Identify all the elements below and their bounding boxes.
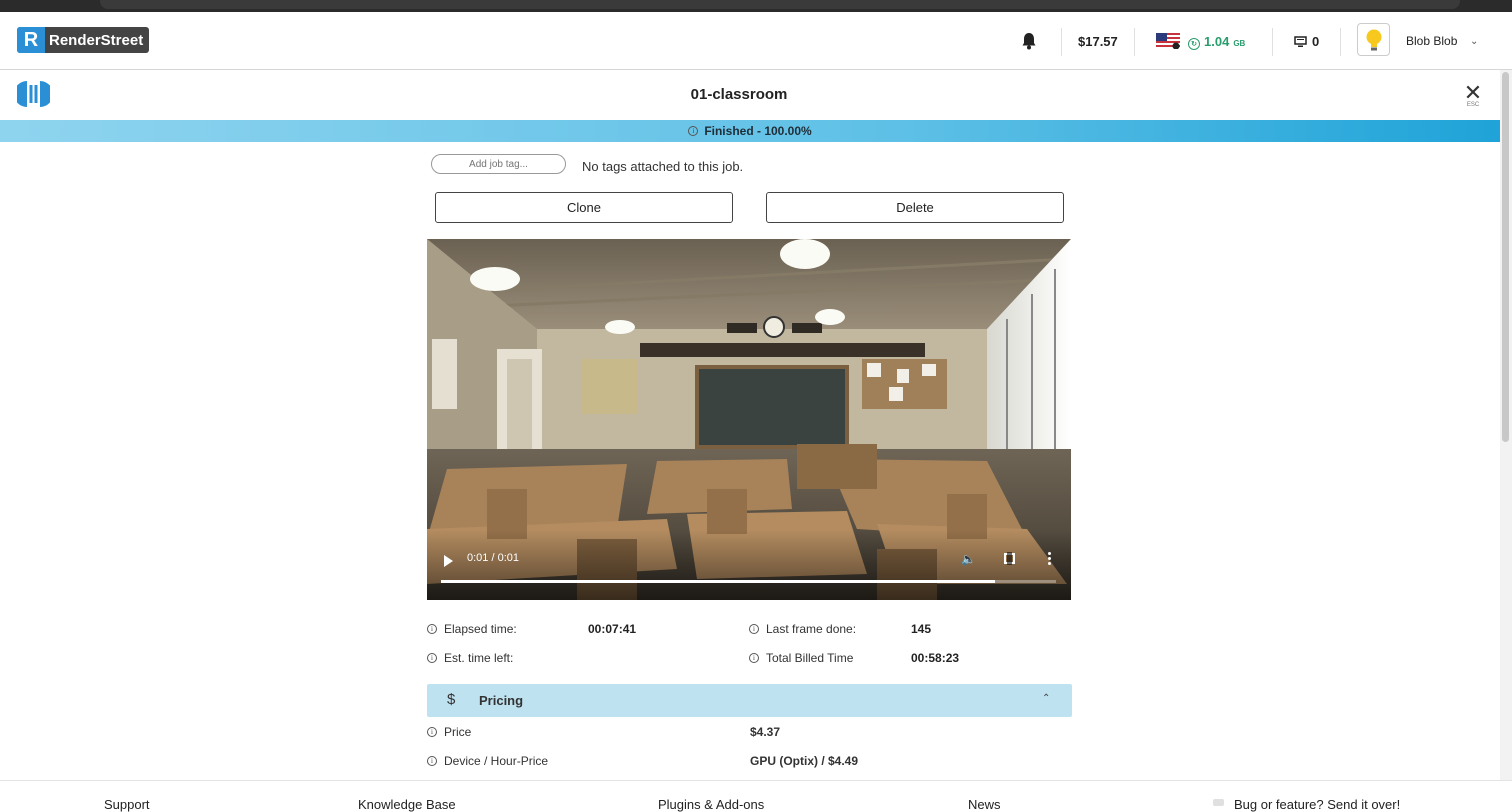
job-status-bar: i Finished - 100.00% bbox=[0, 120, 1500, 142]
divider bbox=[1340, 28, 1341, 56]
bell-icon[interactable] bbox=[1021, 32, 1037, 50]
pricing-section-header[interactable]: $ Pricing ⌃ bbox=[427, 684, 1072, 717]
delete-button[interactable]: Delete bbox=[766, 192, 1064, 223]
info-icon: i bbox=[427, 653, 437, 663]
chevron-up-icon[interactable]: ⌃ bbox=[1042, 693, 1050, 704]
info-icon: i bbox=[749, 653, 759, 663]
info-icon: i bbox=[427, 624, 437, 634]
machines-count: 0 bbox=[1312, 34, 1320, 49]
info-icon: i bbox=[427, 756, 437, 766]
footer: Support Knowledge Base Plugins & Add-ons… bbox=[0, 780, 1512, 812]
lightbulb-icon bbox=[1366, 29, 1381, 50]
info-icon: i bbox=[749, 624, 759, 634]
device-hour-price-label: i Device / Hour-Price bbox=[427, 754, 548, 768]
machines-indicator[interactable]: 0 bbox=[1294, 34, 1319, 49]
user-name[interactable]: Blob Blob bbox=[1406, 34, 1457, 48]
footer-link-support[interactable]: Support bbox=[104, 797, 150, 812]
clone-button[interactable]: Clone bbox=[435, 192, 733, 223]
logo-mark-icon: R bbox=[17, 27, 45, 53]
info-icon: i bbox=[688, 126, 699, 136]
chat-icon bbox=[1213, 799, 1224, 806]
render-video-player[interactable]: 0:01 / 0:01 🔈 bbox=[427, 239, 1071, 600]
total-billed-time-label: i Total Billed Time bbox=[749, 651, 853, 665]
footer-link-news[interactable]: News bbox=[968, 797, 1001, 812]
more-options-icon[interactable] bbox=[1048, 552, 1052, 567]
pricing-title: Pricing bbox=[479, 693, 524, 708]
add-job-tag-input[interactable] bbox=[431, 154, 566, 174]
account-balance[interactable]: $17.57 bbox=[1078, 34, 1118, 49]
no-tags-text: No tags attached to this job. bbox=[582, 159, 744, 174]
total-billed-time-value: 00:58:23 bbox=[911, 651, 960, 665]
job-title: 01-classroom bbox=[690, 86, 788, 103]
bandwidth-value: 1.04 bbox=[1204, 34, 1230, 49]
job-status-text: Finished - 100.00% bbox=[704, 124, 812, 138]
footer-link-knowledge-base[interactable]: Knowledge Base bbox=[358, 797, 456, 812]
price-label: i Price bbox=[427, 725, 471, 739]
video-seek-bar[interactable] bbox=[441, 580, 1056, 583]
est-time-left-label: i Est. time left: bbox=[427, 651, 513, 665]
data-transfer-icon: ↻ bbox=[1188, 38, 1200, 50]
esc-hint: ESC bbox=[1466, 102, 1480, 108]
divider bbox=[1272, 28, 1273, 56]
footer-link-plugins[interactable]: Plugins & Add-ons bbox=[658, 797, 764, 812]
browser-chrome bbox=[0, 0, 1512, 12]
bandwidth-unit: GB bbox=[1233, 39, 1246, 48]
divider bbox=[1061, 28, 1062, 56]
close-icon: ✕ bbox=[1463, 80, 1483, 105]
bandwidth-indicator[interactable]: ↻ 1.04 GB bbox=[1188, 34, 1245, 50]
renderstreet-logo[interactable]: R RenderStreet bbox=[17, 27, 150, 53]
last-frame-label: i Last frame done: bbox=[749, 622, 856, 636]
monitor-icon bbox=[1294, 35, 1307, 47]
avatar[interactable] bbox=[1357, 23, 1390, 56]
close-button[interactable]: ✕ ESC bbox=[1458, 80, 1488, 109]
last-frame-value: 145 bbox=[911, 622, 932, 636]
video-controls: 0:01 / 0:01 🔈 bbox=[427, 530, 1071, 600]
play-icon[interactable] bbox=[444, 555, 453, 567]
job-header: 01-classroom ✕ ESC bbox=[0, 70, 1500, 120]
us-flag-icon[interactable] bbox=[1156, 33, 1180, 49]
volume-icon[interactable]: 🔈 bbox=[961, 552, 976, 566]
top-navigation-bar: R RenderStreet $17.57 ↻ 1.04 GB 0 Blob B… bbox=[0, 12, 1512, 70]
footer-link-bug-report[interactable]: Bug or feature? Send it over! bbox=[1234, 797, 1400, 812]
chevron-down-icon[interactable]: ⌄ bbox=[1470, 36, 1478, 47]
video-time: 0:01 / 0:01 bbox=[467, 552, 519, 564]
price-value: $4.37 bbox=[750, 725, 781, 739]
elapsed-time-label: i Elapsed time: bbox=[427, 622, 517, 636]
dollar-icon: $ bbox=[447, 691, 456, 708]
device-hour-price-value: GPU (Optix) / $4.49 bbox=[750, 754, 859, 768]
logo-text: RenderStreet bbox=[49, 31, 144, 49]
elapsed-time-value: 00:07:41 bbox=[588, 622, 637, 636]
page-scrollbar[interactable] bbox=[1500, 70, 1512, 780]
info-icon: i bbox=[427, 727, 437, 737]
fullscreen-icon[interactable] bbox=[1004, 552, 1015, 565]
divider bbox=[1134, 28, 1135, 56]
